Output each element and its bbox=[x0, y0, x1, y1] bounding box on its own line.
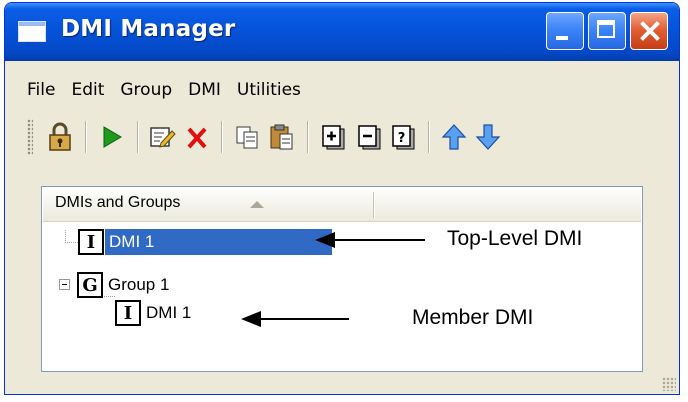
callout-arrow-member bbox=[241, 311, 349, 327]
column-header[interactable]: DMIs and Groups bbox=[43, 188, 641, 222]
tree-node-group[interactable]: G Group 1 bbox=[77, 271, 173, 299]
node-label: DMI 1 bbox=[146, 303, 192, 322]
toolbar: ? bbox=[5, 115, 679, 159]
menu-edit[interactable]: Edit bbox=[63, 75, 112, 105]
toolbar-separator bbox=[137, 121, 139, 153]
toolbar-separator bbox=[85, 121, 87, 153]
column-divider[interactable] bbox=[373, 192, 375, 218]
move-up-icon[interactable] bbox=[439, 121, 469, 153]
menu-utilities[interactable]: Utilities bbox=[229, 75, 309, 105]
callout-top-level-dmi: Top-Level DMI bbox=[447, 227, 583, 250]
app-window: DMI Manager File Edit Group DMI Utilitie… bbox=[4, 2, 680, 395]
sort-ascending-icon bbox=[250, 201, 264, 208]
dmi-icon: I bbox=[78, 229, 104, 255]
dmi-icon: I bbox=[115, 300, 141, 326]
toolbar-separator bbox=[221, 121, 223, 153]
add-item-icon[interactable] bbox=[319, 121, 349, 153]
run-icon[interactable] bbox=[97, 121, 127, 153]
column-header-label: DMIs and Groups bbox=[55, 194, 181, 211]
window-title: DMI Manager bbox=[61, 16, 236, 42]
app-window-icon bbox=[18, 21, 46, 42]
menu-bar: File Edit Group DMI Utilities bbox=[5, 75, 309, 105]
copy-icon[interactable] bbox=[233, 121, 263, 153]
tree-node-dmi-member[interactable]: I DMI 1 bbox=[115, 299, 195, 327]
collapse-toggle[interactable] bbox=[59, 279, 70, 290]
dmi-tree-panel[interactable]: DMIs and Groups I DMI 1 G Group 1 I DMI … bbox=[41, 186, 643, 372]
minimize-button[interactable] bbox=[546, 12, 584, 50]
remove-item-icon[interactable] bbox=[355, 121, 385, 153]
toolbar-separator bbox=[428, 121, 430, 153]
lock-icon[interactable] bbox=[45, 121, 75, 153]
tree-node-dmi-top-level[interactable]: I DMI 1 bbox=[78, 228, 333, 256]
toolbar-separator bbox=[307, 121, 309, 153]
menu-dmi[interactable]: DMI bbox=[180, 75, 229, 105]
callout-arrow-top-level bbox=[315, 232, 425, 248]
toolbar-grip[interactable] bbox=[27, 119, 33, 155]
node-label: DMI 1 bbox=[105, 229, 333, 255]
title-bar[interactable]: DMI Manager bbox=[5, 3, 679, 61]
tree-connector bbox=[65, 230, 78, 243]
close-button[interactable] bbox=[630, 12, 668, 50]
paste-icon[interactable] bbox=[267, 121, 297, 153]
menu-file[interactable]: File bbox=[5, 75, 63, 105]
callout-member-dmi: Member DMI bbox=[412, 306, 534, 329]
group-icon: G bbox=[77, 272, 103, 298]
delete-icon[interactable] bbox=[182, 121, 212, 153]
move-down-icon[interactable] bbox=[473, 121, 503, 153]
help-icon[interactable]: ? bbox=[389, 121, 419, 153]
maximize-button[interactable] bbox=[588, 12, 626, 50]
edit-icon[interactable] bbox=[147, 121, 177, 153]
svg-text:?: ? bbox=[398, 131, 406, 146]
node-label: Group 1 bbox=[108, 275, 170, 294]
resize-grip-icon[interactable] bbox=[662, 377, 676, 391]
menu-group[interactable]: Group bbox=[112, 75, 180, 105]
